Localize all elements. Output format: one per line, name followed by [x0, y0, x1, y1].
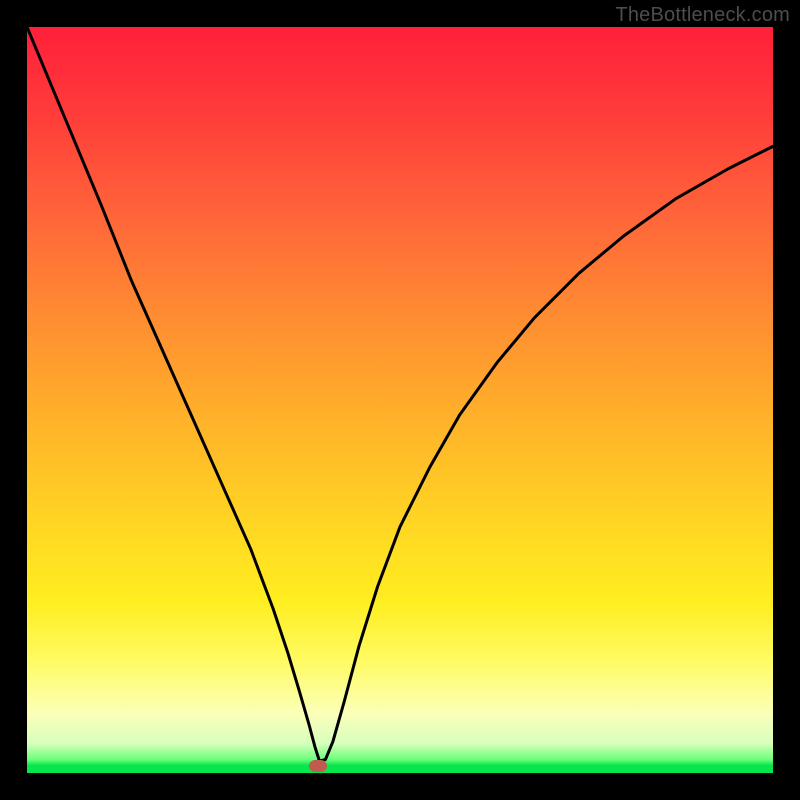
- plot-area: [27, 27, 773, 773]
- optimal-point-marker: [309, 760, 327, 772]
- curve-svg: [27, 27, 773, 773]
- watermark-text: TheBottleneck.com: [615, 4, 790, 27]
- bottleneck-curve: [27, 27, 773, 761]
- chart-container: TheBottleneck.com: [0, 0, 800, 800]
